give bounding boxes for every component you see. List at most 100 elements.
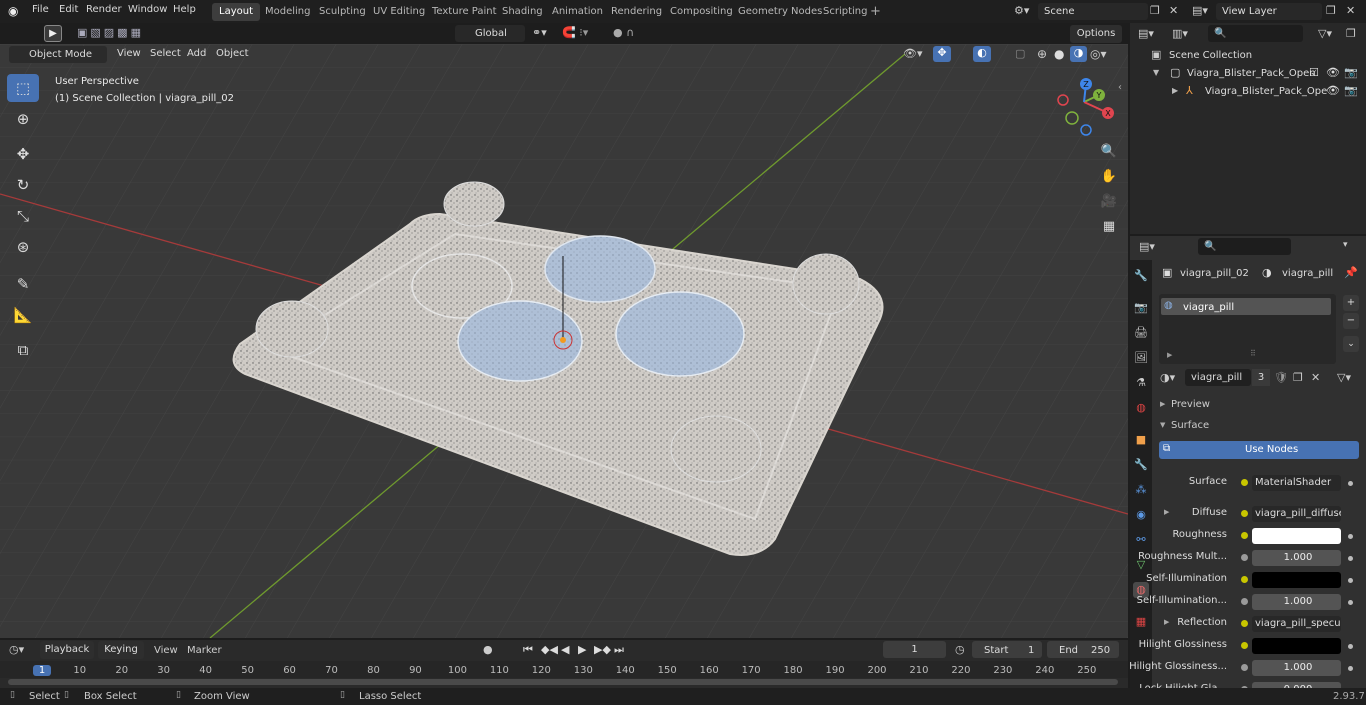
viewport-menu-view[interactable]: View xyxy=(117,48,141,59)
pin-icon[interactable]: 📌 xyxy=(1344,266,1358,279)
preview-collapse-icon[interactable]: ▶ xyxy=(1160,400,1165,408)
record-icon[interactable]: ● xyxy=(483,643,493,656)
outliner-editor-icon[interactable]: ▤▾ xyxy=(1138,27,1154,40)
menu-file[interactable]: File xyxy=(32,4,49,15)
property-value[interactable] xyxy=(1252,572,1341,588)
viewport-menu-object[interactable]: Object xyxy=(216,48,249,59)
xray-toggle-icon[interactable]: ▢ xyxy=(1015,47,1025,60)
scene-tab-icon[interactable]: ⚗ xyxy=(1133,375,1149,391)
surface-collapse-icon[interactable]: ▼ xyxy=(1160,421,1165,429)
view-layer-icon[interactable]: ▤▾ xyxy=(1192,4,1208,17)
outliner-root-label[interactable]: Scene Collection xyxy=(1169,50,1252,61)
socket-icon[interactable] xyxy=(1241,642,1248,649)
render-camera-icon[interactable]: 📷 xyxy=(1344,84,1358,97)
object-tab-icon[interactable]: ■ xyxy=(1133,432,1149,448)
outliner-filter-icon[interactable]: ▽▾ xyxy=(1318,27,1332,40)
property-value[interactable] xyxy=(1252,528,1341,544)
next-keyframe-icon[interactable]: ▶◆ xyxy=(594,643,611,656)
remove-slot-icon[interactable]: − xyxy=(1343,313,1359,329)
keyframe-dot-icon[interactable] xyxy=(1348,666,1353,671)
keyframe-dot-icon[interactable] xyxy=(1348,578,1353,583)
select-box-tool-icon[interactable]: ⬚ xyxy=(7,74,39,102)
eye-icon[interactable]: 👁 xyxy=(1326,66,1340,79)
view-layer-tab-icon[interactable]: 🖼 xyxy=(1133,350,1149,366)
add-workspace-icon[interactable]: + xyxy=(870,4,881,19)
row-expand-icon[interactable]: ▶ xyxy=(1164,508,1169,516)
slot-specials-icon[interactable]: ⌄ xyxy=(1343,336,1359,352)
gizmo-toggle-icon[interactable]: ✥ xyxy=(933,46,951,62)
viewport-menu-select[interactable]: Select xyxy=(150,48,181,59)
user-count[interactable]: 3 xyxy=(1252,369,1270,386)
select-mode-icons[interactable]: ▣▧▨▩▦ xyxy=(77,26,161,42)
material-name-field[interactable]: viagra_pill xyxy=(1185,369,1251,386)
tab-compositing[interactable]: Compositing xyxy=(663,3,740,21)
zoom-icon[interactable]: 🔍 xyxy=(1098,141,1120,163)
transform-orientation-selector[interactable]: Global xyxy=(455,25,525,42)
pan-hand-icon[interactable]: ✋ xyxy=(1098,166,1120,188)
property-value[interactable] xyxy=(1252,638,1341,654)
texture-tab-icon[interactable]: ▦ xyxy=(1133,614,1149,630)
move-tool-icon[interactable]: ✥ xyxy=(7,140,39,168)
keyframe-dot-icon[interactable] xyxy=(1348,556,1353,561)
annotate-tool-icon[interactable]: ✎ xyxy=(7,270,39,298)
preview-section-header[interactable]: Preview xyxy=(1171,399,1210,410)
socket-icon[interactable] xyxy=(1241,532,1248,539)
prev-keyframe-icon[interactable]: ◆◀ xyxy=(541,643,558,656)
view-layer-field[interactable]: View Layer xyxy=(1216,3,1322,20)
modifier-tab-icon[interactable]: 🔧 xyxy=(1133,457,1149,473)
socket-icon[interactable] xyxy=(1241,554,1248,561)
delete-scene-icon[interactable]: ✕ xyxy=(1169,4,1178,17)
options-button[interactable]: Options xyxy=(1070,25,1122,43)
fake-user-icon[interactable]: 🛡 xyxy=(1274,371,1288,384)
new-collection-icon[interactable]: ❐ xyxy=(1346,27,1356,40)
tab-sculpting[interactable]: Sculpting xyxy=(312,3,373,21)
outliner-display-mode-icon[interactable]: ▥▾ xyxy=(1172,27,1188,40)
socket-icon[interactable] xyxy=(1241,479,1248,486)
socket-icon[interactable] xyxy=(1241,576,1248,583)
transform-tool-icon[interactable]: ⊛ xyxy=(7,233,39,261)
new-scene-icon[interactable]: ❐ xyxy=(1150,4,1160,17)
surface-section-header[interactable]: Surface xyxy=(1171,420,1209,431)
perspective-grid-icon[interactable]: ▦ xyxy=(1098,216,1120,238)
socket-icon[interactable] xyxy=(1241,620,1248,627)
scene-name-field[interactable]: Scene xyxy=(1038,3,1148,20)
keyframe-dot-icon[interactable] xyxy=(1348,644,1353,649)
viewport-menu-add[interactable]: Add xyxy=(187,48,206,59)
playback-menu[interactable]: Playback xyxy=(40,641,94,659)
menu-edit[interactable]: Edit xyxy=(59,4,78,15)
keyframe-dot-icon[interactable] xyxy=(1348,534,1353,539)
particles-tab-icon[interactable]: ⁂ xyxy=(1133,482,1149,498)
proportional-edit-icon[interactable]: ● ∩ xyxy=(613,26,634,39)
socket-icon[interactable] xyxy=(1241,510,1248,517)
expand-arrow-icon[interactable]: ▶ xyxy=(1172,86,1178,95)
collection-checkbox-icon[interactable]: ☑ xyxy=(1309,66,1319,79)
duplicate-material-icon[interactable]: ❐ xyxy=(1293,371,1303,384)
new-view-layer-icon[interactable]: ❐ xyxy=(1326,4,1336,17)
tab-rendering[interactable]: Rendering xyxy=(604,3,669,21)
add-slot-icon[interactable]: + xyxy=(1343,295,1359,311)
select-tool-toggle-icon[interactable]: ▶ xyxy=(44,25,62,42)
browse-material-icon[interactable]: ◑▾ xyxy=(1160,371,1175,384)
menu-render[interactable]: Render xyxy=(86,4,122,15)
blender-logo-icon[interactable]: ◉ xyxy=(8,4,22,18)
delete-view-layer-icon[interactable]: ✕ xyxy=(1346,4,1355,17)
property-value[interactable]: viagra_pill_specular... xyxy=(1252,616,1341,632)
preview-range-icon[interactable]: ◷ xyxy=(955,643,965,656)
tab-uv-editing[interactable]: UV Editing xyxy=(366,3,432,21)
timeline-scrollbar[interactable] xyxy=(8,679,1118,685)
timeline-editor-icon[interactable]: ◷▾ xyxy=(9,643,24,656)
shading-wireframe-icon[interactable]: ⊕ xyxy=(1037,47,1047,61)
navigation-gizmo[interactable]: Y X Z xyxy=(1052,76,1122,138)
keyframe-dot-icon[interactable] xyxy=(1348,600,1353,605)
current-frame-indicator[interactable]: 1 xyxy=(33,665,51,676)
keying-menu[interactable]: Keying xyxy=(98,641,144,659)
overlay-toggle-icon[interactable]: ◐ xyxy=(973,46,991,62)
menu-help[interactable]: Help xyxy=(173,4,196,15)
outliner-item-object[interactable]: Viagra_Blister_Pack_Ope xyxy=(1205,86,1327,97)
tool-tab-icon[interactable]: 🔧 xyxy=(1133,268,1149,284)
add-cube-tool-icon[interactable]: ⧉ xyxy=(7,336,39,364)
shading-material-icon[interactable]: ◑ xyxy=(1070,46,1087,62)
scale-tool-icon[interactable]: ⤡ xyxy=(7,202,39,230)
visibility-icon[interactable]: 👁▾ xyxy=(903,47,923,60)
render-camera-icon[interactable]: 📷 xyxy=(1344,66,1358,79)
